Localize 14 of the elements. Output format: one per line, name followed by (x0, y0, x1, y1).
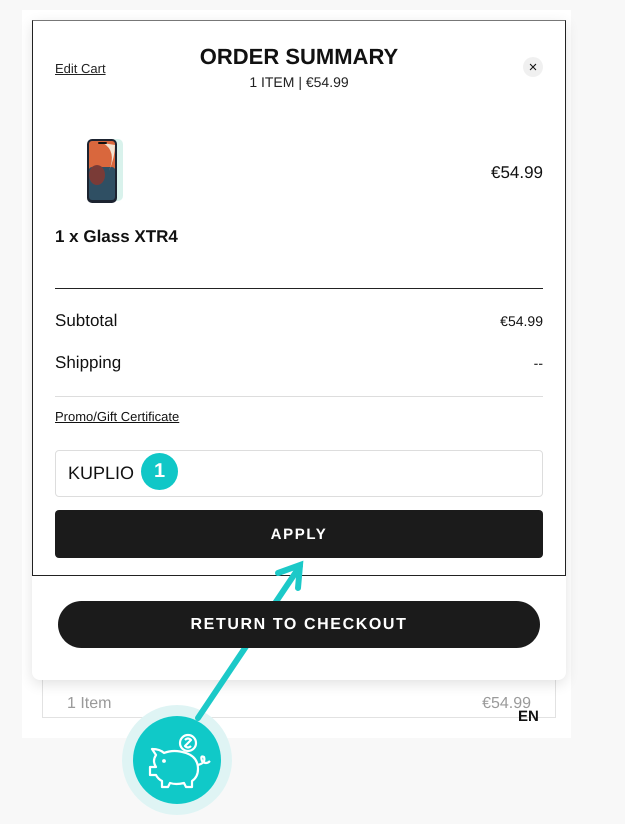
apply-button[interactable]: APPLY (55, 510, 543, 558)
promo-link[interactable]: Promo/Gift Certificate (55, 409, 180, 424)
item-price: €54.99 (491, 163, 543, 184)
return-to-checkout-button[interactable]: RETURN TO CHECKOUT (58, 601, 540, 648)
total-label: Subtotal (55, 311, 118, 331)
total-label: Shipping (55, 353, 122, 373)
item-summary: 1 ITEM | €54.99 (249, 74, 349, 90)
total-value: -- (534, 355, 543, 371)
item-count: 1 Item (67, 695, 112, 713)
product-name: 1 x Glass XTR4 (55, 227, 179, 247)
edit-cart-link[interactable]: Edit Cart (55, 60, 106, 76)
close-button[interactable]: × (523, 57, 543, 77)
panel-title: ORDER SUMMARY (200, 44, 398, 70)
total-value: €54.99 (500, 313, 543, 329)
